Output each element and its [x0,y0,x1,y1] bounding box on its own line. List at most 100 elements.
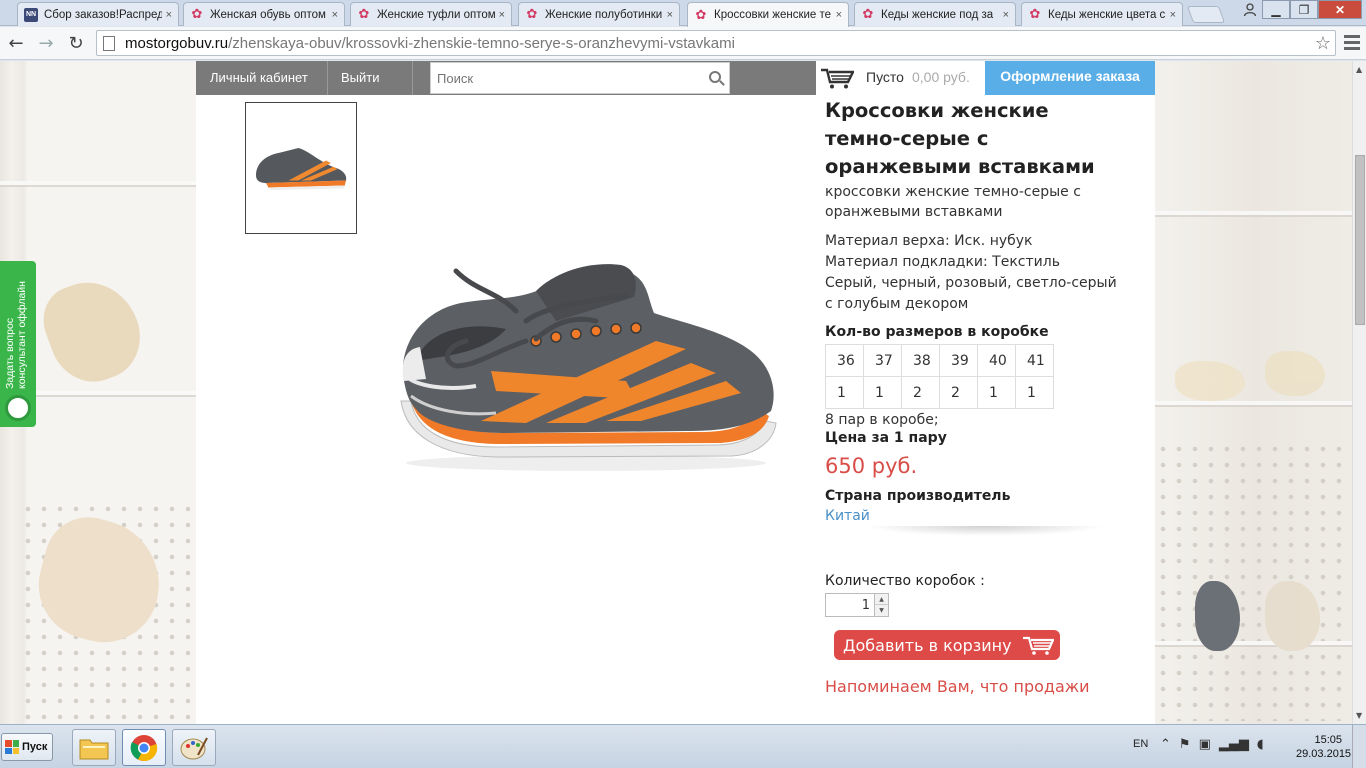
count-cell: 2 [939,376,978,409]
folder-icon [79,739,109,759]
size-cell: 41 [1015,344,1054,377]
tab-1[interactable]: NN Сбор заказов!Распред × [17,2,179,26]
widget-text: Задать вопрос консультант оффлайн [4,269,32,389]
tab-close-icon[interactable]: × [166,9,172,21]
product-specs: Материал верха: Иск. нубук Материал подк… [825,231,1125,315]
tab-title: Сбор заказов!Распред [44,8,162,21]
tab-close-icon[interactable]: × [836,9,842,21]
tab-close-icon[interactable]: × [499,9,505,21]
close-window-icon[interactable]: ✕ [1318,0,1362,19]
site-top-nav: Личный кабинет Выйти Пусто 0,00 руб. Офо… [196,61,1155,95]
search-input[interactable] [431,63,691,93]
show-hidden-icons-icon[interactable]: ⌃ [1160,737,1171,752]
product-main-image[interactable] [386,251,786,481]
flower-icon: ✿ [1029,7,1041,22]
address-bar[interactable]: mostorgobuv.ru/zhenskaya-obuv/krossovki-… [96,30,1336,56]
bookmark-star-icon[interactable]: ☆ [1315,33,1331,54]
logout-link[interactable]: Выйти [327,61,394,95]
show-desktop-button[interactable] [1352,725,1366,768]
volume-icon[interactable]: ◖ [1257,737,1264,752]
scroll-up-icon[interactable]: ▲ [1356,65,1362,74]
flower-icon: ✿ [191,7,203,22]
cart-status: Пусто [866,69,904,85]
clock[interactable]: 15:05 29.03.2015 [1296,733,1351,761]
sizes-row: 36 37 38 39 40 41 [825,344,1054,377]
network-icon[interactable]: ▂▄▆ [1219,737,1249,752]
reminder-text: Напоминаем Вам, что продажи [825,677,1090,696]
start-button[interactable]: Пуск [1,733,53,761]
product-title: Кроссовки женские темно-серые с оранжевы… [825,99,1095,178]
tab-close-icon[interactable]: × [1003,9,1009,21]
minimize-icon[interactable]: ▁ [1262,0,1290,19]
cart-sum: 0,00 руб. [912,69,970,85]
divider-shadow [865,526,1105,536]
product-info: Кроссовки женские темно-серые с оранжевы… [825,97,1125,696]
flower-icon: ✿ [358,7,370,22]
flag-icon[interactable]: ⚑ [1179,737,1191,752]
increment-icon[interactable]: ▲ [874,594,888,605]
vertical-scrollbar[interactable]: ▲ ▼ [1352,61,1366,724]
tab-6[interactable]: ✿ Кеды женские под за × [854,2,1016,26]
menu-icon[interactable] [1344,35,1360,53]
tab-5-active[interactable]: ✿ Кроссовки женские те × [687,2,849,27]
count-cell: 1 [863,376,902,409]
quantity-input[interactable] [826,594,874,616]
ask-question-widget[interactable]: Задать вопрос консультант оффлайн [0,261,36,427]
size-cell: 40 [977,344,1016,377]
add-to-cart-button[interactable]: Добавить в корзину [834,630,1060,660]
browser-toolbar: ← → ↻ mostorgobuv.ru/zhenskaya-obuv/kros… [0,27,1366,60]
tab-title: Женская обувь оптом [210,8,326,21]
device-icon[interactable]: ▣ [1199,737,1211,752]
account-link[interactable]: Личный кабинет [196,61,322,95]
windows-taskbar: Пуск EN ⌃ ⚑ ▣ ▂▄▆ ◖ 15:05 29.03.2015 [0,724,1366,768]
country-link[interactable]: Китай [825,508,1125,524]
material-lining: Материал подкладки: Текстиль [825,254,1060,270]
count-cell: 2 [901,376,940,409]
tab-2[interactable]: ✿ Женская обувь оптом × [183,2,345,26]
forward-arrow-icon[interactable]: → [32,29,60,57]
tab-7[interactable]: ✿ Кеды женские цвета с × [1021,2,1183,26]
cart-icon [821,68,854,89]
tab-close-icon[interactable]: × [667,9,673,21]
size-cell: 37 [863,344,902,377]
flower-icon: ✿ [862,7,874,22]
search-icon[interactable] [709,71,721,83]
language-indicator[interactable]: EN [1133,738,1148,750]
flower-icon: ✿ [526,7,538,22]
reload-icon[interactable]: ↻ [62,29,90,57]
chat-icon [5,395,31,421]
url-domain: mostorgobuv.ru [125,34,229,52]
explorer-taskbar-button[interactable] [72,729,116,766]
scrollbar-thumb[interactable] [1355,155,1365,325]
tab-title: Женские полуботинки [545,8,663,21]
size-cell: 39 [939,344,978,377]
paint-taskbar-button[interactable] [172,729,216,766]
tab-strip: NN Сбор заказов!Распред × ✿ Женская обув… [0,0,1366,27]
quantity-stepper[interactable]: ▲ ▼ [825,593,889,617]
material-upper: Материал верха: Иск. нубук [825,233,1033,249]
tab-title: Кроссовки женские те [714,9,832,21]
tab-3[interactable]: ✿ Женские туфли оптом × [350,2,512,26]
back-arrow-icon[interactable]: ← [2,29,30,57]
chrome-taskbar-button[interactable] [122,729,166,766]
tab-title: Кеды женские под за [881,8,994,21]
restore-icon[interactable]: ❐ [1290,0,1318,19]
tab-close-icon[interactable]: × [332,9,338,21]
tab-title: Женские туфли оптом [377,8,495,21]
url-path: /zhenskaya-obuv/krossovki-zhenskie-temno… [228,34,735,52]
add-to-cart-label: Добавить в корзину [843,635,1012,655]
decrement-icon[interactable]: ▼ [874,605,888,616]
checkout-button[interactable]: Оформление заказа [985,61,1155,95]
tab-close-icon[interactable]: × [1170,9,1176,21]
new-tab-button[interactable] [1186,6,1226,23]
tab-4[interactable]: ✿ Женские полуботинки × [518,2,680,26]
country-heading: Страна производитель [825,488,1011,504]
product-thumbnail[interactable] [245,102,357,234]
cart-summary[interactable]: Пусто 0,00 руб. [816,61,985,95]
size-cell: 38 [901,344,940,377]
scroll-down-icon[interactable]: ▼ [1356,711,1362,720]
background-decor-right [1155,61,1352,724]
start-label: Пуск [22,741,48,753]
system-tray: ⌃ ⚑ ▣ ▂▄▆ ◖ [1160,737,1264,752]
user-icon[interactable] [1238,0,1262,19]
